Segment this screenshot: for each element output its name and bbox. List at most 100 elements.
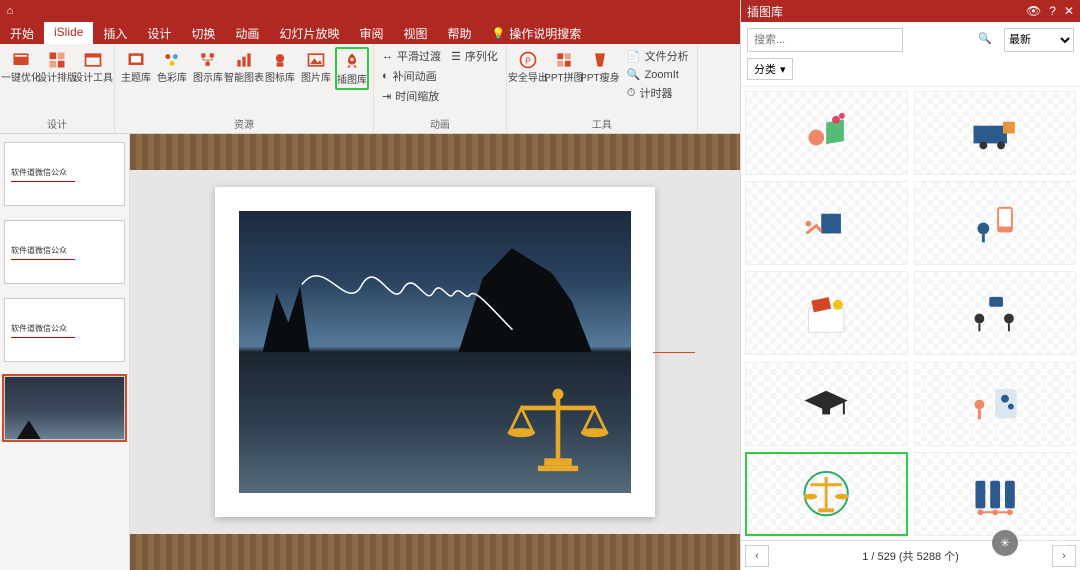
thumb-slide-2[interactable]: 软件道微信公众 [4, 220, 125, 284]
panel-title: 插图库 [747, 3, 783, 20]
search-icon[interactable]: 🔍 [978, 32, 992, 45]
picture-lib-button[interactable]: 图片库 [299, 47, 333, 90]
tab-animation[interactable]: 动画 [225, 22, 269, 44]
optimize-icon [10, 49, 32, 71]
tween-button[interactable]: ◐补间动画 [378, 67, 502, 85]
tell-me-search[interactable]: 💡 操作说明搜索 [482, 22, 592, 44]
illust-item[interactable] [914, 181, 1077, 265]
group-label-resources: 资源 [119, 114, 369, 133]
help-icon[interactable]: ? [1049, 4, 1056, 18]
slide-thumbnails[interactable]: 软件道微信公众 软件道微信公众 软件道微信公众 [0, 134, 130, 570]
icon-lib-icon [269, 49, 291, 71]
rocket-icon [341, 51, 363, 73]
current-slide[interactable] [215, 187, 655, 517]
icon-lib-button[interactable]: 图标库 [263, 47, 297, 90]
zoomit-button[interactable]: 🔍ZoomIt [623, 67, 693, 82]
eye-off-icon[interactable]: 👁 [1026, 4, 1041, 18]
thumb-slide-4[interactable] [4, 376, 125, 440]
slide-photo [239, 211, 631, 493]
illust-item[interactable] [914, 362, 1077, 446]
ribbon-group-resources: 主题库 色彩库 图示库 智能图表 图标库 图片库 插图库 资源 [115, 44, 374, 133]
sort-select[interactable]: 最新 [1004, 28, 1074, 52]
file-analyze-button[interactable]: 📄文件分析 [623, 47, 693, 65]
close-icon[interactable]: ✕ [1064, 4, 1074, 18]
puzzle-icon [553, 49, 575, 71]
search-input[interactable] [747, 28, 903, 52]
diet-icon [589, 49, 611, 71]
scales-icon[interactable] [503, 385, 613, 475]
theme-icon [125, 49, 147, 71]
ribbon: 一键优化 设计排版 设计工具 设计 主题库 色彩库 图示库 智能图表 图标库 图… [0, 44, 740, 134]
illustration-panel: 插图库 👁 ? ✕ 🔍 最新 分类▾ ‹ 1 / 529 (共 5288 个) … [740, 0, 1080, 570]
tools-icon [82, 49, 104, 71]
design-layout-button[interactable]: 设计排版 [40, 47, 74, 86]
color-lib-button[interactable]: 色彩库 [155, 47, 189, 90]
light-trail-icon [270, 262, 544, 352]
svg-text:P: P [525, 55, 531, 65]
diagram-lib-button[interactable]: 图示库 [191, 47, 225, 90]
tab-view[interactable]: 视图 [393, 22, 437, 44]
tab-design[interactable]: 设计 [137, 22, 181, 44]
slide-canvas[interactable] [130, 134, 740, 570]
theme-lib-button[interactable]: 主题库 [119, 47, 153, 90]
home-icon[interactable]: ⌂ [0, 5, 20, 17]
ribbon-group-design: 一键优化 设计排版 设计工具 设计 [0, 44, 115, 133]
illustration-grid[interactable] [741, 87, 1080, 540]
file-icon: 📄 [627, 50, 641, 63]
safe-export-button[interactable]: P安全导出 [511, 47, 545, 102]
one-click-optimize-button[interactable]: 一键优化 [4, 47, 38, 86]
pager-prev-button[interactable]: ‹ [745, 545, 769, 567]
thumb-slide-3[interactable]: 软件道微信公众 [4, 298, 125, 362]
design-tools-button[interactable]: 设计工具 [76, 47, 110, 86]
illustration-lib-button[interactable]: 插图库 [335, 47, 369, 90]
timer-button[interactable]: ⏱计时器 [623, 84, 693, 102]
illust-item[interactable] [745, 91, 908, 175]
ppt-puzzle-button[interactable]: PPT拼图 [547, 47, 581, 102]
smooth-transition-button[interactable]: ↔平滑过渡 [378, 47, 445, 65]
illust-item[interactable] [745, 362, 908, 446]
workspace: 软件道微信公众 软件道微信公众 软件道微信公众 [0, 134, 740, 570]
thumb-title: 软件道微信公众 [11, 323, 118, 334]
illust-item[interactable] [914, 91, 1077, 175]
timezoom-icon: ⇥ [382, 90, 391, 103]
tab-transition[interactable]: 切换 [181, 22, 225, 44]
chevron-down-icon: ▾ [780, 63, 786, 76]
series-icon: ☰ [451, 50, 461, 63]
thumb-title: 软件道微信公众 [11, 245, 118, 256]
tab-slideshow[interactable]: 幻灯片放映 [269, 22, 349, 44]
ribbon-group-animation: ↔平滑过渡 ☰序列化 ◐补间动画 ⇥时间缩放 动画 [374, 44, 507, 133]
category-filter[interactable]: 分类▾ [747, 58, 793, 80]
illust-item[interactable] [745, 271, 908, 355]
illust-item[interactable] [914, 271, 1077, 355]
time-zoom-button[interactable]: ⇥时间缩放 [378, 87, 502, 105]
tab-islide[interactable]: iSlide [44, 22, 93, 44]
timer-icon: ⏱ [627, 87, 636, 100]
zoomit-icon: 🔍 [627, 68, 641, 81]
pager-next-button[interactable]: › [1052, 545, 1076, 567]
guide-line [653, 352, 695, 353]
panel-search-row: 🔍 最新 [741, 22, 1080, 58]
picture-icon [305, 49, 327, 71]
bulb-icon: 💡 [492, 27, 506, 40]
group-label-design: 设计 [4, 114, 110, 133]
ppt-diet-button[interactable]: PPT瘦身 [583, 47, 617, 102]
tell-me-label: 操作说明搜索 [509, 25, 581, 42]
tab-help[interactable]: 帮助 [437, 22, 481, 44]
thumb-slide-1[interactable]: 软件道微信公众 [4, 142, 125, 206]
smart-chart-button[interactable]: 智能图表 [227, 47, 261, 90]
export-icon: P [517, 49, 539, 71]
panel-filter-row: 分类▾ [741, 58, 1080, 87]
illust-item[interactable] [745, 181, 908, 265]
layout-icon [46, 49, 68, 71]
tab-start[interactable]: 开始 [0, 22, 44, 44]
tab-insert[interactable]: 插入 [93, 22, 137, 44]
serialize-button[interactable]: ☰序列化 [447, 47, 502, 65]
tab-review[interactable]: 审阅 [349, 22, 393, 44]
chart-icon [233, 49, 255, 71]
illust-item-selected[interactable] [745, 452, 908, 536]
ribbon-group-tools: P安全导出 PPT拼图 PPT瘦身 📄文件分析 🔍ZoomIt ⏱计时器 工具 [507, 44, 698, 133]
thumb-title: 软件道微信公众 [11, 167, 118, 178]
palette-icon [161, 49, 183, 71]
illust-item[interactable] [914, 452, 1077, 536]
diagram-icon [197, 49, 219, 71]
